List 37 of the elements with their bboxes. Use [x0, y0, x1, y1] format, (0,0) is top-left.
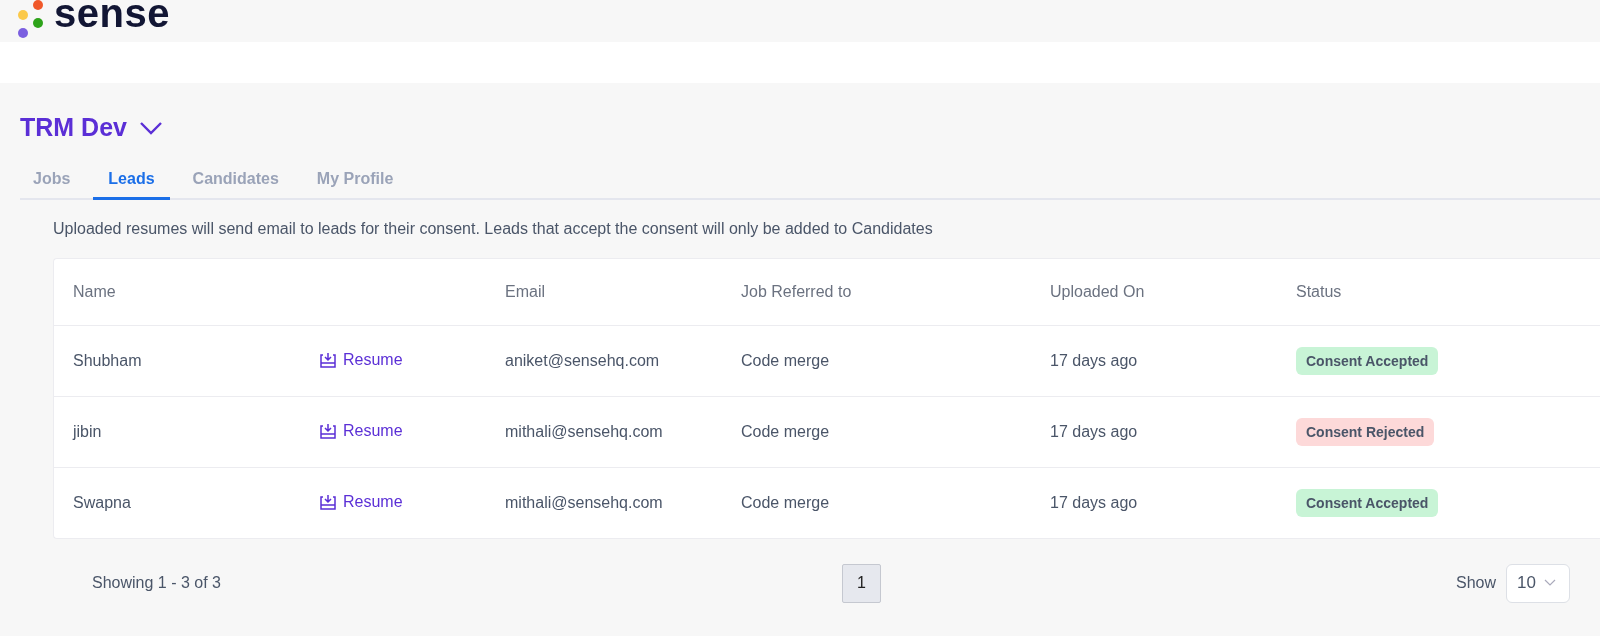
notice-text: Uploaded resumes will send email to leads for their consent. Leads that accept the consent will only be added to Candidates [53, 220, 934, 238]
column-header: Email [505, 283, 546, 301]
status-badge: Consent Rejected [1296, 418, 1435, 446]
status-badge: Consent Accepted [1296, 347, 1439, 375]
download-icon [319, 422, 337, 439]
table-cell-text: Code merge [741, 494, 831, 512]
workspace-dropdown[interactable]: TRM Dev [20, 113, 163, 142]
resume-link[interactable]: Resume [319, 492, 403, 511]
table-cell-text: mithali@sensehq.com [505, 423, 664, 441]
download-icon [319, 493, 337, 510]
column-header: Job Referred to [741, 283, 853, 301]
column-header: Status [1296, 283, 1343, 301]
column-header: Uploaded On [1050, 283, 1146, 301]
brand-name: sense [54, 0, 170, 30]
table-cell-text: jibin [71, 423, 103, 441]
table-cell-text: mithali@sensehq.com [505, 494, 664, 512]
table-cell-text: Swapna [72, 494, 132, 512]
table-cell-text: Shubham [72, 352, 143, 370]
show-label: Show [1455, 574, 1496, 592]
tab[interactable]: Leads [93, 162, 170, 200]
download-icon [319, 351, 337, 368]
status-badge: Consent Accepted [1296, 489, 1439, 517]
column-header: Name [72, 283, 117, 301]
resume-link[interactable]: Resume [319, 350, 403, 369]
table-cell-text: 17 days ago [1050, 352, 1139, 370]
table-cell-text: 17 days ago [1050, 423, 1139, 441]
page-button[interactable]: 1 [842, 563, 881, 603]
table-cell-text: Code merge [741, 423, 831, 441]
page-size-select[interactable]: 10 [1506, 563, 1570, 603]
logo-icon [18, 0, 44, 40]
table-cell-text: aniket@sensehq.com [505, 352, 661, 370]
chevron-down-icon [1543, 579, 1556, 587]
table-cell-text: Code merge [741, 352, 831, 370]
table-cell-text: 17 days ago [1050, 494, 1139, 512]
results-summary: Showing 1 - 3 of 3 [92, 574, 222, 592]
chevron-down-icon [138, 120, 163, 135]
resume-link[interactable]: Resume [319, 421, 403, 440]
